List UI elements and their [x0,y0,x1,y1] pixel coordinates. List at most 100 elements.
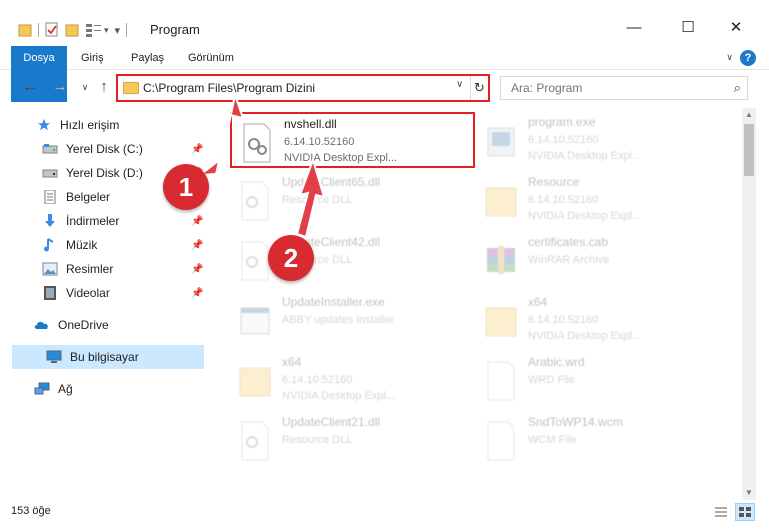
sidebar-item-videos[interactable]: Videolar 📌 [0,281,206,305]
file-version: 6.14.10.52160 [282,374,353,386]
toolbar-separator [126,23,128,37]
callout-step-2: 2 [268,235,314,281]
quick-access-toolbar: ▾ ▾ [18,21,128,39]
address-dropdown-icon[interactable]: ∨ [456,79,463,90]
file-name: UpdateClient21.dll [282,415,381,429]
tab-home[interactable]: Giriş [81,46,104,70]
file-item-resource[interactable]: Resource 6.14.10.52160 NVIDIA Desktop Ex… [476,172,721,228]
sidebar-item-label: Yerel Disk (C:) [66,142,143,156]
sidebar-item-quick-access[interactable]: Hızlı erişim [0,113,206,137]
scroll-up-icon[interactable]: ▲ [742,108,756,122]
file-version: 6.14.10.52160 [528,314,599,326]
file-name: Resource [528,175,580,189]
search-input[interactable] [511,80,711,96]
file-item-certificates[interactable]: certificates.cab WinRAR Archive [476,232,721,288]
file-item-updateclient65[interactable]: UpdateClient65.dll Resource DLL [230,172,475,228]
drive-icon [42,169,58,178]
file-item-arabic[interactable]: Arabic.wrd WRD File [476,352,721,408]
sidebar-item-this-pc[interactable]: Bu bilgisayar [12,345,204,369]
tab-share[interactable]: Paylaş [131,46,164,70]
pin-icon[interactable]: 📌 [191,264,203,275]
archive-file-icon [487,246,515,274]
file-item-nvshell[interactable]: nvshell.dll 6.14.10.52160 NVIDIA Desktop… [230,112,475,168]
pictures-icon [42,262,58,276]
sidebar-item-onedrive[interactable]: OneDrive [0,313,206,337]
address-bar[interactable]: C:\Program Files\Program Dizini ∨ ↻ [116,74,490,102]
scroll-down-icon[interactable]: ▼ [742,486,756,500]
drive-icon [42,144,58,154]
navigation-bar: ← → ∨ ↑ C:\Program Files\Program Dizini … [0,72,769,104]
sidebar-item-pictures[interactable]: Resimler 📌 [0,257,206,281]
network-icon [34,382,50,395]
minimize-button[interactable]: — [611,12,657,42]
file-item-program[interactable]: program.exe 6.14.10.52160 NVIDIA Desktop… [476,112,721,168]
expand-ribbon-icon[interactable]: ∨ [726,52,733,63]
forward-arrow-icon[interactable]: → [50,77,70,97]
sidebar-item-network[interactable]: Ağ [0,377,206,401]
file-description: NVIDIA Desktop Expl... [284,152,398,164]
download-icon [45,214,55,227]
file-name: x64 [528,295,548,309]
item-count: 153 öğe [11,505,51,517]
file-description: WinRAR Archive [528,254,610,266]
folder-icon [123,82,139,94]
file-item-updateinstaller[interactable]: UpdateInstaller.exe ABBY updates install… [230,292,475,348]
vertical-scrollbar[interactable]: ▲ ▼ [742,108,756,500]
search-icon[interactable]: ⌕ [734,80,741,96]
file-version: 6.14.10.52160 [284,136,355,148]
file-description: Resource DLL [282,434,353,446]
sidebar-item-local-disk-c[interactable]: Yerel Disk (C:) 📌 [0,137,206,161]
toolbar-dropdown-icon[interactable]: ▾ [115,24,121,37]
sidebar-item-music[interactable]: Müzik 📌 [0,233,206,257]
folder-file-icon [485,307,517,337]
close-button[interactable]: ✕ [713,12,759,42]
pin-icon[interactable]: 📌 [191,288,203,299]
sidebar-item-label: İndirmeler [66,214,120,228]
folder-file-icon [485,187,517,217]
file-item-updateclient42[interactable]: UpdateClient42.dll Resource DLL [230,232,475,288]
file-description: ABBY updates installer [282,314,395,326]
view-options-icon[interactable] [85,22,103,38]
customize-toolbar-icon[interactable]: ▾ [104,25,109,36]
back-arrow-icon[interactable]: ← [20,77,40,97]
refresh-icon[interactable]: ↻ [470,76,488,100]
details-view-icon[interactable] [711,503,731,521]
file-item-x64[interactable]: x64 6.14.10.52160 NVIDIA Desktop Expl... [476,292,721,348]
folder-icon[interactable] [18,22,32,38]
file-list: nvshell.dll 6.14.10.52160 NVIDIA Desktop… [212,108,742,496]
tiles-view-icon[interactable] [735,503,755,521]
new-folder-icon[interactable] [65,22,81,38]
sidebar-item-label: Bu bilgisayar [70,350,139,364]
file-name: UpdateClient65.dll [282,175,381,189]
status-bar: 153 öğe [0,500,769,530]
sidebar-item-label: Yerel Disk (D:) [66,166,143,180]
file-version: 6.14.10.52160 [528,134,599,146]
address-path[interactable]: C:\Program Files\Program Dizini [143,81,315,95]
file-item-updateclient21[interactable]: UpdateClient21.dll Resource DLL [230,412,475,468]
file-description: NVIDIA Desktop Expl... [282,390,396,402]
tab-view[interactable]: Görünüm [188,46,234,70]
file-description: Resource DLL [282,194,353,206]
file-name: UpdateInstaller.exe [282,295,385,309]
recent-locations-icon[interactable]: ∨ [75,77,95,97]
dll-file-icon [241,181,269,221]
help-icon[interactable]: ? [740,50,756,66]
dll-file-icon [241,421,269,461]
pin-icon[interactable]: 📌 [191,144,203,155]
pin-icon[interactable]: 📌 [191,240,203,251]
sidebar-item-label: Ağ [58,382,73,396]
pin-icon[interactable]: 📌 [191,216,203,227]
sidebar-item-label: OneDrive [58,318,109,332]
sidebar-item-downloads[interactable]: İndirmeler 📌 [0,209,206,233]
scroll-thumb[interactable] [744,124,754,176]
up-arrow-icon[interactable]: ↑ [94,77,114,97]
videos-icon [44,286,56,300]
file-item-x64-2[interactable]: x64 6.14.10.52160 NVIDIA Desktop Expl... [230,352,475,408]
maximize-button[interactable]: ☐ [665,12,711,42]
search-box[interactable]: ⌕ [500,76,748,100]
sidebar-item-label: Hızlı erişim [60,118,120,132]
dll-file-icon [243,123,271,163]
file-item-sndtowp14[interactable]: SndToWP14.wcm WCM File [476,412,721,468]
file-name: x64 [282,355,302,369]
properties-icon[interactable] [45,22,59,38]
